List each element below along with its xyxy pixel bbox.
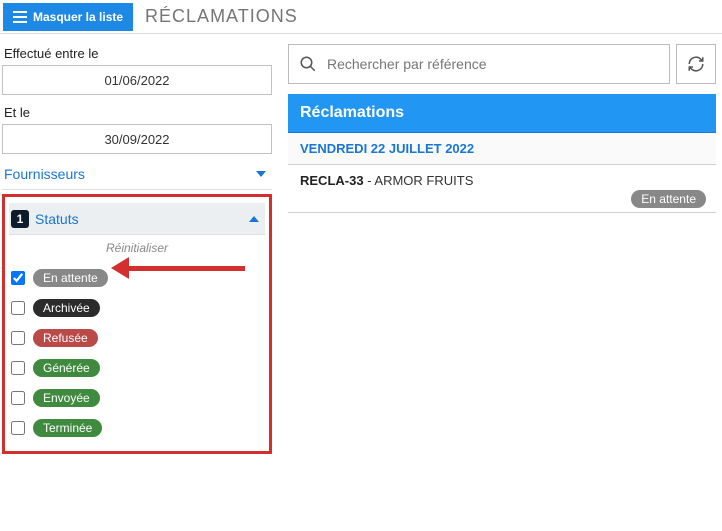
status-dropdown[interactable]: 1 Statuts bbox=[9, 203, 265, 235]
reclamation-sep: - bbox=[364, 173, 375, 188]
date-to-input[interactable]: 30/09/2022 bbox=[2, 124, 272, 154]
status-item-refusee[interactable]: Refusée bbox=[9, 323, 265, 353]
chevron-up-icon bbox=[249, 216, 259, 222]
date-from-input[interactable]: 01/06/2022 bbox=[2, 65, 272, 95]
sidebar: Effectué entre le 01/06/2022 Et le 30/09… bbox=[0, 34, 278, 454]
status-tag: Terminée bbox=[33, 419, 102, 437]
status-checkbox[interactable] bbox=[11, 421, 25, 435]
reset-link[interactable]: Réinitialiser bbox=[9, 235, 265, 263]
refresh-button[interactable] bbox=[676, 44, 716, 84]
reclamation-code: RECLA-33 bbox=[300, 173, 364, 188]
status-tag: Générée bbox=[33, 359, 100, 377]
status-title: Statuts bbox=[35, 211, 79, 227]
status-tag: Refusée bbox=[33, 329, 98, 347]
search-icon bbox=[299, 55, 317, 73]
hide-list-label: Masquer la liste bbox=[33, 10, 123, 24]
status-tag: Archivée bbox=[33, 299, 100, 317]
refresh-icon bbox=[687, 55, 705, 73]
reclamation-name: ARMOR FRUITS bbox=[374, 173, 473, 188]
hide-list-button[interactable]: Masquer la liste bbox=[3, 3, 133, 31]
status-item-envoyee[interactable]: Envoyée bbox=[9, 383, 265, 413]
reclamation-status-badge: En attente bbox=[631, 190, 706, 208]
suppliers-label: Fournisseurs bbox=[4, 166, 85, 182]
content-area: Réclamations VENDREDI 22 JUILLET 2022 RE… bbox=[278, 34, 722, 454]
suppliers-dropdown[interactable]: Fournisseurs bbox=[2, 158, 272, 190]
status-checkbox[interactable] bbox=[11, 301, 25, 315]
status-tag: En attente bbox=[33, 269, 108, 287]
chevron-down-icon bbox=[256, 171, 266, 177]
date-to-label: Et le bbox=[2, 99, 272, 124]
page-title: RÉCLAMATIONS bbox=[145, 6, 298, 27]
panel-title: Réclamations bbox=[288, 94, 716, 133]
status-tag: Envoyée bbox=[33, 389, 100, 407]
status-checkbox[interactable] bbox=[11, 331, 25, 345]
status-filter-panel: 1 Statuts Réinitialiser En attente Archi… bbox=[2, 194, 272, 454]
status-item-archivee[interactable]: Archivée bbox=[9, 293, 265, 323]
status-checkbox[interactable] bbox=[11, 271, 25, 285]
status-item-en-attente[interactable]: En attente bbox=[9, 263, 265, 293]
search-box[interactable] bbox=[288, 44, 670, 84]
status-checkbox[interactable] bbox=[11, 361, 25, 375]
date-from-label: Effectué entre le bbox=[2, 40, 272, 65]
status-item-generee[interactable]: Générée bbox=[9, 353, 265, 383]
status-checkbox[interactable] bbox=[11, 391, 25, 405]
status-item-terminee[interactable]: Terminée bbox=[9, 413, 265, 443]
menu-icon bbox=[13, 11, 27, 23]
status-count-badge: 1 bbox=[11, 210, 29, 228]
results-date-header: VENDREDI 22 JUILLET 2022 bbox=[288, 133, 716, 165]
search-input[interactable] bbox=[327, 56, 659, 72]
reclamation-row[interactable]: RECLA-33 - ARMOR FRUITS En attente bbox=[288, 165, 716, 213]
